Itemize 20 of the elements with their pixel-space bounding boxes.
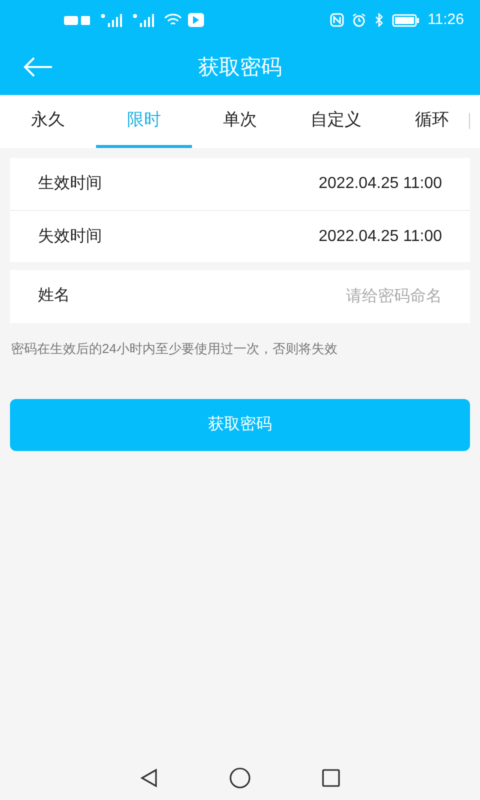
tab[interactable]: 自定义	[288, 95, 384, 148]
tab[interactable]: 永久	[0, 95, 96, 148]
nfc-icon	[330, 13, 344, 27]
bluetooth-icon	[374, 13, 384, 27]
alarm-icon	[352, 13, 366, 27]
app-notification-icon	[188, 13, 204, 27]
time-row[interactable]: 生效时间 2022.04.25 11:00	[10, 158, 470, 210]
time-row[interactable]: 失效时间 2022.04.25 11:00	[10, 210, 470, 262]
recents-nav-icon[interactable]	[321, 768, 341, 788]
tab[interactable]: 单次	[192, 95, 288, 148]
back-nav-icon[interactable]	[139, 768, 159, 788]
hint-text: 密码在生效后的24小时内至少要使用过一次，否则将失效	[11, 340, 338, 358]
tab[interactable]: 循环	[384, 95, 480, 148]
home-nav-icon[interactable]	[229, 767, 251, 789]
wifi-icon	[164, 13, 182, 27]
page-title: 获取密码	[198, 54, 282, 81]
back-arrow-icon	[23, 57, 53, 77]
status-time: 11:26	[428, 10, 464, 30]
battery-icon	[392, 14, 420, 26]
name-label: 姓名	[38, 286, 70, 306]
